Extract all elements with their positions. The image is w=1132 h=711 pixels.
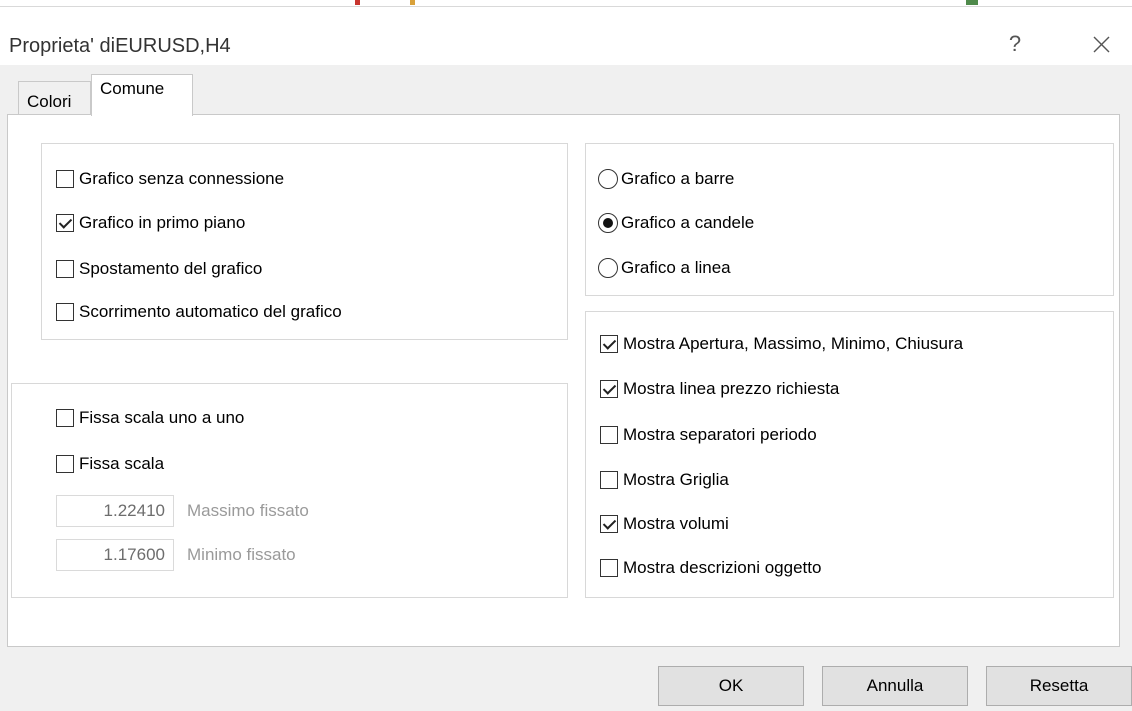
chart-foreground-checkbox[interactable]: Grafico in primo piano: [56, 213, 245, 233]
background-marker: [355, 0, 360, 5]
checkbox-box: [600, 471, 618, 489]
tab-panel-comune: Grafico senza connessione Grafico in pri…: [7, 114, 1120, 647]
title-bar: Proprieta' diEURUSD,H4 ?: [0, 7, 1132, 65]
tab-comune[interactable]: Comune: [91, 74, 193, 116]
candle-chart-radio[interactable]: Grafico a candele: [598, 213, 754, 233]
checkbox-box: [600, 426, 618, 444]
fix-one-to-one-checkbox[interactable]: Fissa scala uno a uno: [56, 408, 244, 428]
radio-label: Grafico a candele: [621, 213, 755, 232]
checkbox-label: Spostamento del grafico: [79, 259, 263, 278]
checkbox-box: [56, 260, 74, 278]
chart-shift-checkbox[interactable]: Spostamento del grafico: [56, 259, 262, 279]
checkbox-box: [600, 559, 618, 577]
checkbox-label: Scorrimento automatico del grafico: [79, 302, 342, 321]
show-ask-line-checkbox[interactable]: Mostra linea prezzo richiesta: [600, 379, 839, 399]
checkbox-box: [56, 303, 74, 321]
chart-autoscroll-checkbox[interactable]: Scorrimento automatico del grafico: [56, 302, 342, 322]
checkbox-label: Mostra linea prezzo richiesta: [623, 379, 840, 398]
show-grid-checkbox[interactable]: Mostra Griglia: [600, 470, 729, 490]
checkbox-label: Fissa scala uno a uno: [79, 408, 245, 427]
cancel-button[interactable]: Annulla: [822, 666, 968, 706]
checkbox-box: [600, 515, 618, 533]
checkbox-label: Mostra separatori periodo: [623, 425, 817, 444]
radio-circle: [598, 258, 618, 278]
radio-circle: [598, 169, 618, 189]
checkbox-box: [56, 170, 74, 188]
line-chart-radio[interactable]: Grafico a linea: [598, 258, 731, 278]
radio-circle: [598, 213, 618, 233]
checkbox-label: Mostra volumi: [623, 514, 729, 533]
fixed-maximum-input[interactable]: 1.22410: [56, 495, 174, 527]
offline-chart-checkbox[interactable]: Grafico senza connessione: [56, 169, 284, 189]
checkbox-box: [56, 214, 74, 232]
close-button[interactable]: [1086, 29, 1116, 59]
reset-button[interactable]: Resetta: [986, 666, 1132, 706]
display-options-group: Mostra Apertura, Massimo, Minimo, Chiusu…: [585, 311, 1114, 598]
checkbox-box: [56, 409, 74, 427]
window-title: Proprieta' diEURUSD,H4: [9, 35, 231, 57]
radio-label: Grafico a linea: [621, 258, 731, 277]
fix-scale-checkbox[interactable]: Fissa scala: [56, 454, 164, 474]
checkbox-label: Mostra descrizioni oggetto: [623, 558, 822, 577]
fixed-minimum-input[interactable]: 1.17600: [56, 539, 174, 571]
show-ohlc-checkbox[interactable]: Mostra Apertura, Massimo, Minimo, Chiusu…: [600, 334, 963, 354]
fixed-maximum-label: Massimo fissato: [187, 501, 309, 520]
checkbox-box: [600, 380, 618, 398]
bar-chart-radio[interactable]: Grafico a barre: [598, 169, 734, 189]
checkbox-label: Mostra Apertura, Massimo, Minimo, Chiusu…: [623, 334, 964, 353]
background-marker: [410, 0, 415, 5]
background-marker: [966, 0, 978, 5]
show-object-descriptions-checkbox[interactable]: Mostra descrizioni oggetto: [600, 558, 821, 578]
checkbox-label: Fissa scala: [79, 454, 165, 473]
scale-group: Fissa scala uno a uno Fissa scala 1.2241…: [11, 383, 568, 598]
general-options-group: Grafico senza connessione Grafico in pri…: [41, 143, 568, 340]
background-window-strip: [0, 0, 1132, 7]
close-icon: [1093, 36, 1110, 53]
tab-colori[interactable]: Colori: [18, 81, 91, 115]
checkbox-box: [56, 455, 74, 473]
checkbox-label: Mostra Griglia: [623, 470, 729, 489]
checkbox-label: Grafico in primo piano: [79, 213, 246, 232]
show-period-separators-checkbox[interactable]: Mostra separatori periodo: [600, 425, 817, 445]
radio-label: Grafico a barre: [621, 169, 735, 188]
fixed-minimum-label: Minimo fissato: [187, 545, 296, 564]
chart-type-group: Grafico a barre Grafico a candele Grafic…: [585, 143, 1114, 296]
checkbox-box: [600, 335, 618, 353]
show-volumes-checkbox[interactable]: Mostra volumi: [600, 514, 729, 534]
ok-button[interactable]: OK: [658, 666, 804, 706]
help-button[interactable]: ?: [1000, 29, 1030, 59]
checkbox-label: Grafico senza connessione: [79, 169, 285, 188]
